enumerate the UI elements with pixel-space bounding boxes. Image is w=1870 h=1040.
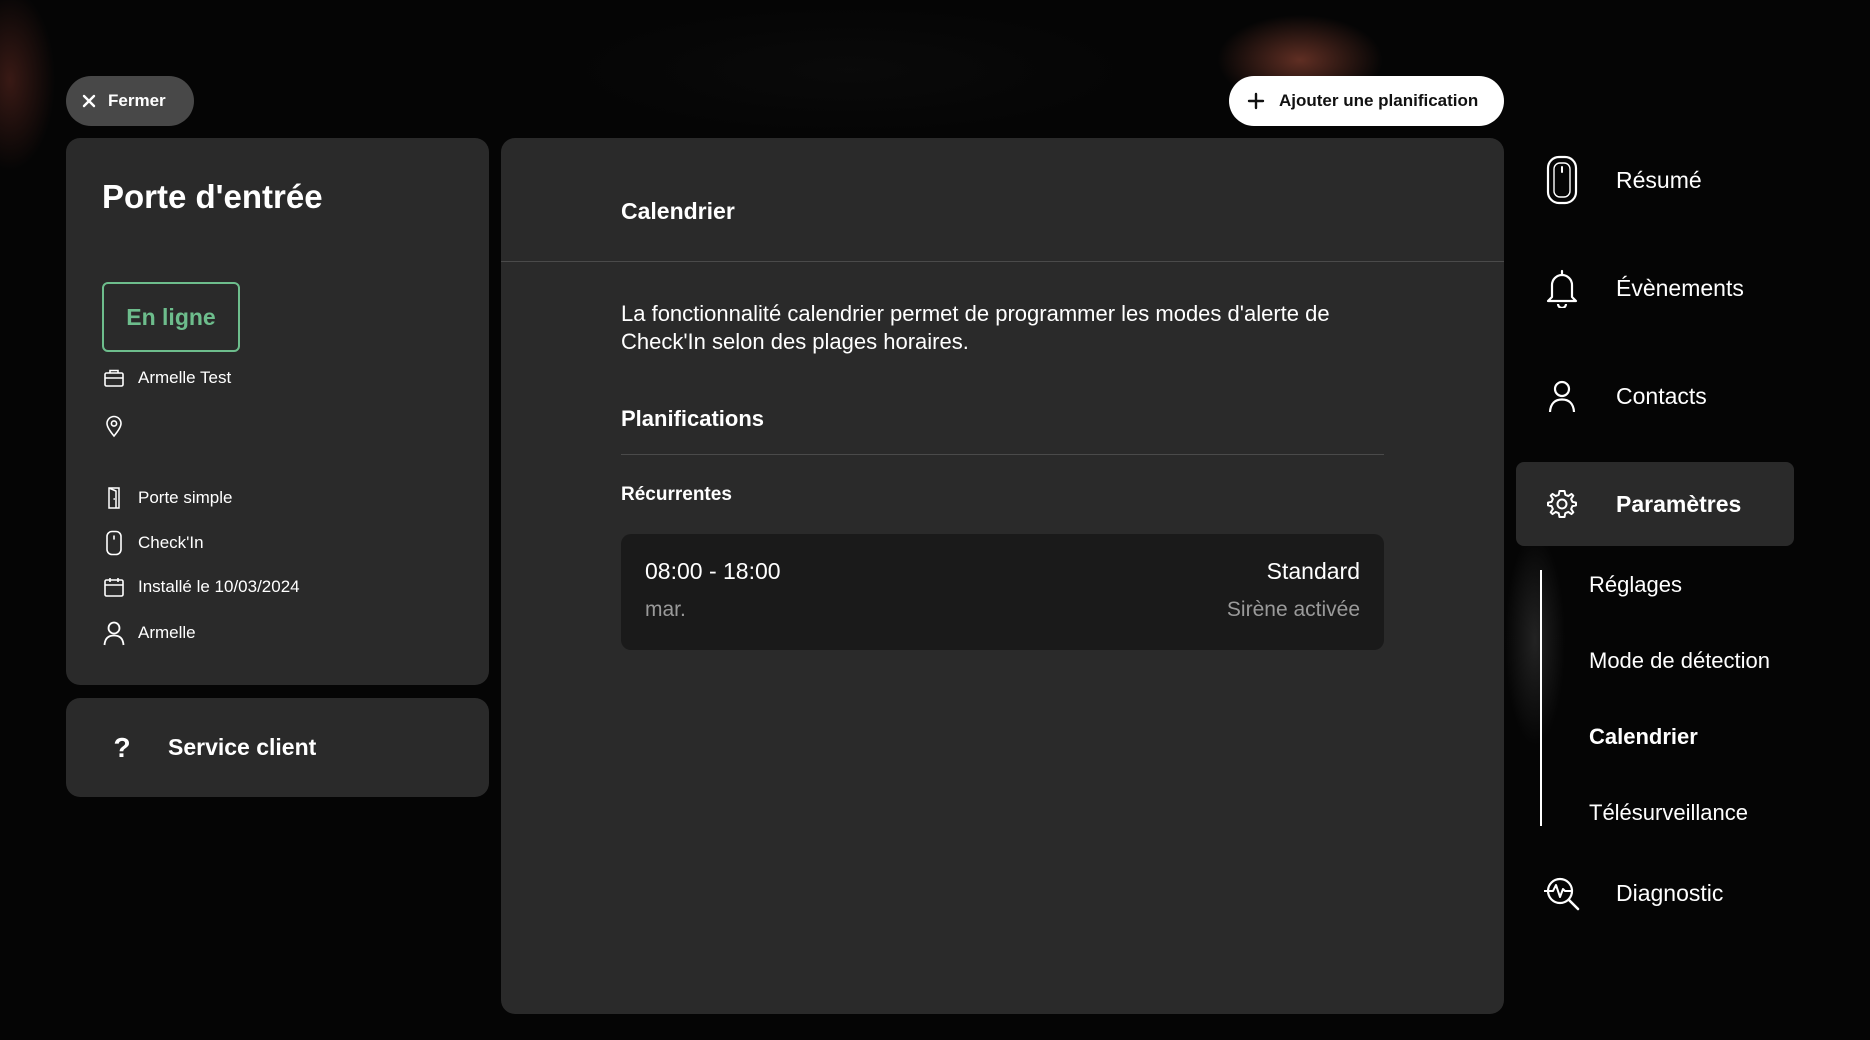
nav-label-diagnostic: Diagnostic — [1616, 879, 1724, 906]
page-title: Calendrier — [621, 198, 735, 224]
product-name: Check'In — [138, 533, 204, 552]
bell-icon — [1520, 268, 1604, 308]
schedule-mode: Standard — [1266, 558, 1360, 584]
user-row: Armelle — [102, 620, 196, 646]
gear-icon — [1520, 488, 1604, 520]
submenu-item-remote-monitoring[interactable]: Télésurveillance — [1589, 800, 1748, 826]
device-title: Porte d'entrée — [102, 178, 323, 215]
submenu-item-calendar[interactable]: Calendrier — [1589, 724, 1698, 750]
schedule-time: 08:00 - 18:00 — [645, 558, 781, 584]
nav-item-events[interactable]: Évènements — [1516, 246, 1794, 330]
person-icon — [102, 620, 126, 646]
submenu-item-settings[interactable]: Réglages — [1589, 572, 1682, 598]
account-row: Armelle Test — [102, 368, 231, 388]
submenu-item-detection-mode[interactable]: Mode de détection — [1589, 648, 1770, 674]
close-icon — [82, 94, 96, 108]
close-button-label: Fermer — [108, 91, 166, 110]
submenu-indicator-line — [1540, 570, 1542, 826]
briefcase-icon — [102, 368, 126, 388]
calendar-description: La fonctionnalité calendrier permet de p… — [621, 301, 1330, 354]
recurring-title: Récurrentes — [621, 484, 732, 505]
add-schedule-label: Ajouter une planification — [1279, 91, 1479, 110]
section-divider — [621, 454, 1384, 455]
device-icon — [1520, 155, 1604, 205]
plus-icon — [1247, 92, 1265, 110]
question-icon: ? — [113, 731, 131, 763]
schedule-siren-status: Sirène activée — [1226, 598, 1360, 621]
main-panel: Calendrier La fonctionnalité calendrier … — [501, 138, 1504, 1014]
device-card: Porte d'entrée En ligne Armelle Test Por… — [66, 138, 489, 685]
nav-item-contacts[interactable]: Contacts — [1516, 354, 1794, 438]
schedule-item[interactable]: 08:00 - 18:00 mar. Standard Sirène activ… — [621, 534, 1384, 650]
schedules-section-title: Planifications — [621, 406, 765, 431]
customer-service-label: Service client — [168, 734, 317, 760]
door-icon — [102, 486, 126, 510]
user-name: Armelle — [138, 623, 196, 642]
nav-label-contacts: Contacts — [1616, 382, 1707, 409]
add-schedule-button[interactable]: Ajouter une planification — [1229, 76, 1504, 126]
nav-item-diagnostic[interactable]: Diagnostic — [1516, 851, 1794, 935]
install-date: Installé le 10/03/2024 — [138, 577, 300, 596]
nav-label-settings: Paramètres — [1616, 490, 1742, 517]
status-badge: En ligne — [102, 282, 240, 352]
location-pin-icon — [102, 414, 126, 438]
person-icon — [1520, 379, 1604, 413]
schedule-day: mar. — [645, 598, 686, 621]
product-row: Check'In — [102, 530, 204, 556]
diagnostic-icon — [1520, 875, 1604, 911]
install-date-row: Installé le 10/03/2024 — [102, 576, 300, 598]
customer-service-button[interactable]: ? Service client — [66, 698, 489, 797]
close-button[interactable]: Fermer — [66, 76, 194, 126]
door-type-row: Porte simple — [102, 486, 232, 510]
device-icon — [102, 530, 126, 556]
location-row — [102, 414, 138, 438]
nav-item-settings[interactable]: Paramètres — [1516, 462, 1794, 546]
nav-label-summary: Résumé — [1616, 166, 1702, 193]
account-name: Armelle Test — [138, 368, 232, 387]
main-header: Calendrier — [501, 138, 1504, 262]
nav-label-events: Évènements — [1616, 274, 1744, 301]
door-type: Porte simple — [138, 488, 233, 507]
calendar-icon — [102, 576, 126, 598]
nav-item-summary[interactable]: Résumé — [1516, 138, 1794, 222]
